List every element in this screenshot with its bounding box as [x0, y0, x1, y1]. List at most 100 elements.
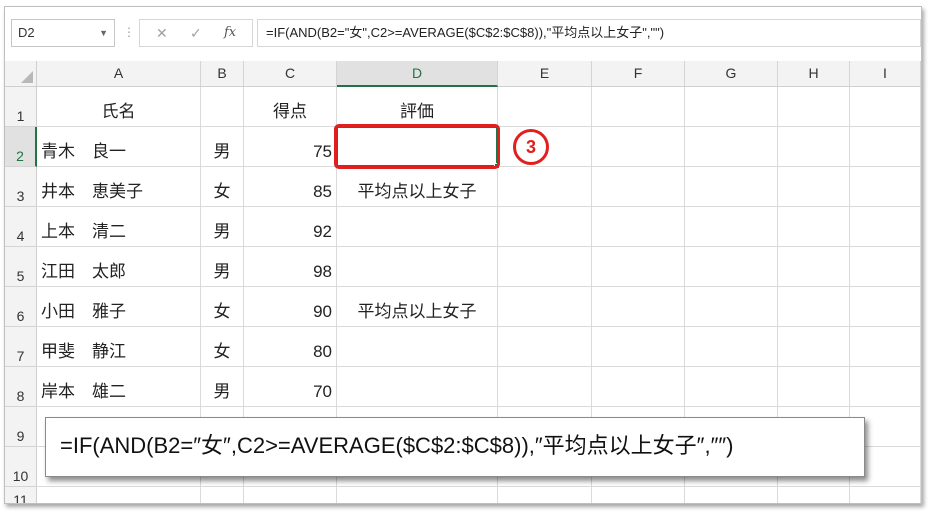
column-header-e[interactable]: E: [498, 61, 592, 87]
cell-b5[interactable]: 男: [201, 247, 244, 287]
row-header-8[interactable]: 8: [5, 367, 37, 407]
cell-e1[interactable]: [498, 87, 592, 127]
cell-f4[interactable]: [592, 207, 685, 247]
cell-g7[interactable]: [685, 327, 778, 367]
row-header-4[interactable]: 4: [5, 207, 37, 247]
cell-i7[interactable]: [850, 327, 921, 367]
cell-f1[interactable]: [592, 87, 685, 127]
cell-d11[interactable]: [337, 487, 498, 503]
cell-c3[interactable]: 85: [244, 167, 337, 207]
row-header-10[interactable]: 10: [5, 447, 37, 487]
name-box[interactable]: D2 ▼: [11, 19, 115, 47]
insert-function-icon[interactable]: fx: [224, 20, 236, 46]
cell-i6[interactable]: [850, 287, 921, 327]
row-header-11[interactable]: 11: [5, 487, 37, 503]
cell-d5[interactable]: [337, 247, 498, 287]
cell-e11[interactable]: [498, 487, 592, 503]
cell-c6[interactable]: 90: [244, 287, 337, 327]
cell-i2[interactable]: [850, 127, 921, 167]
cell-b6[interactable]: 女: [201, 287, 244, 327]
cell-b3[interactable]: 女: [201, 167, 244, 207]
cell-i1[interactable]: [850, 87, 921, 127]
cell-h7[interactable]: [778, 327, 850, 367]
cell-g6[interactable]: [685, 287, 778, 327]
cell-g11[interactable]: [685, 487, 778, 503]
cell-c4[interactable]: 92: [244, 207, 337, 247]
cell-h6[interactable]: [778, 287, 850, 327]
check-icon[interactable]: ✓: [190, 20, 202, 46]
cell-f5[interactable]: [592, 247, 685, 287]
cell-c2[interactable]: 75: [244, 127, 337, 167]
chevron-down-icon[interactable]: ▼: [99, 20, 108, 46]
cell-h2[interactable]: [778, 127, 850, 167]
cell-f11[interactable]: [592, 487, 685, 503]
cell-a1[interactable]: 氏名: [37, 87, 201, 127]
row-header-3[interactable]: 3: [5, 167, 37, 207]
cell-a4[interactable]: 上本 清二: [37, 207, 201, 247]
column-header-i[interactable]: I: [850, 61, 921, 87]
row-header-2[interactable]: 2: [5, 127, 37, 167]
cell-b11[interactable]: [201, 487, 244, 503]
column-header-h[interactable]: H: [778, 61, 850, 87]
row-header-9[interactable]: 9: [5, 407, 37, 447]
cell-f8[interactable]: [592, 367, 685, 407]
cell-d1[interactable]: 評価: [337, 87, 498, 127]
cell-h1[interactable]: [778, 87, 850, 127]
cell-g5[interactable]: [685, 247, 778, 287]
cell-c11[interactable]: [244, 487, 337, 503]
column-header-a[interactable]: A: [37, 61, 201, 87]
cell-c1[interactable]: 得点: [244, 87, 337, 127]
cell-d7[interactable]: [337, 327, 498, 367]
cell-i5[interactable]: [850, 247, 921, 287]
cell-a7[interactable]: 甲斐 静江: [37, 327, 201, 367]
cell-b2[interactable]: 男: [201, 127, 244, 167]
cell-i11[interactable]: [850, 487, 921, 503]
cell-f2[interactable]: [592, 127, 685, 167]
cell-f7[interactable]: [592, 327, 685, 367]
cell-b4[interactable]: 男: [201, 207, 244, 247]
formula-input[interactable]: =IF(AND(B2="女",C2>=AVERAGE($C$2:$C$8)),"…: [257, 19, 921, 47]
cell-c8[interactable]: 70: [244, 367, 337, 407]
cell-h5[interactable]: [778, 247, 850, 287]
cell-a3[interactable]: 井本 恵美子: [37, 167, 201, 207]
row-header-7[interactable]: 7: [5, 327, 37, 367]
cell-b1[interactable]: [201, 87, 244, 127]
cell-a6[interactable]: 小田 雅子: [37, 287, 201, 327]
cell-h8[interactable]: [778, 367, 850, 407]
cell-d3[interactable]: 平均点以上女子: [337, 167, 498, 207]
cell-e8[interactable]: [498, 367, 592, 407]
cell-b8[interactable]: 男: [201, 367, 244, 407]
row-header-5[interactable]: 5: [5, 247, 37, 287]
column-header-g[interactable]: G: [685, 61, 778, 87]
cell-e7[interactable]: [498, 327, 592, 367]
cell-h4[interactable]: [778, 207, 850, 247]
column-header-b[interactable]: B: [201, 61, 244, 87]
cell-d4[interactable]: [337, 207, 498, 247]
cell-f3[interactable]: [592, 167, 685, 207]
cell-a11[interactable]: [37, 487, 201, 503]
column-header-f[interactable]: F: [592, 61, 685, 87]
cell-c5[interactable]: 98: [244, 247, 337, 287]
cell-g3[interactable]: [685, 167, 778, 207]
cell-i8[interactable]: [850, 367, 921, 407]
cell-b7[interactable]: 女: [201, 327, 244, 367]
cell-e4[interactable]: [498, 207, 592, 247]
cell-d6[interactable]: 平均点以上女子: [337, 287, 498, 327]
cell-h11[interactable]: [778, 487, 850, 503]
cell-e3[interactable]: [498, 167, 592, 207]
cell-c7[interactable]: 80: [244, 327, 337, 367]
select-all-button[interactable]: [5, 61, 37, 87]
cell-g1[interactable]: [685, 87, 778, 127]
cell-f6[interactable]: [592, 287, 685, 327]
cell-h3[interactable]: [778, 167, 850, 207]
row-header-1[interactable]: 1: [5, 87, 37, 127]
grip-dots-icon[interactable]: ⋮: [123, 25, 135, 39]
column-header-d[interactable]: D: [337, 61, 498, 87]
cell-i3[interactable]: [850, 167, 921, 207]
cell-a8[interactable]: 岸本 雄二: [37, 367, 201, 407]
cell-a5[interactable]: 江田 太郎: [37, 247, 201, 287]
cell-a2[interactable]: 青木 良一: [37, 127, 201, 167]
cancel-icon[interactable]: ✕: [156, 20, 168, 46]
cell-d8[interactable]: [337, 367, 498, 407]
row-header-6[interactable]: 6: [5, 287, 37, 327]
